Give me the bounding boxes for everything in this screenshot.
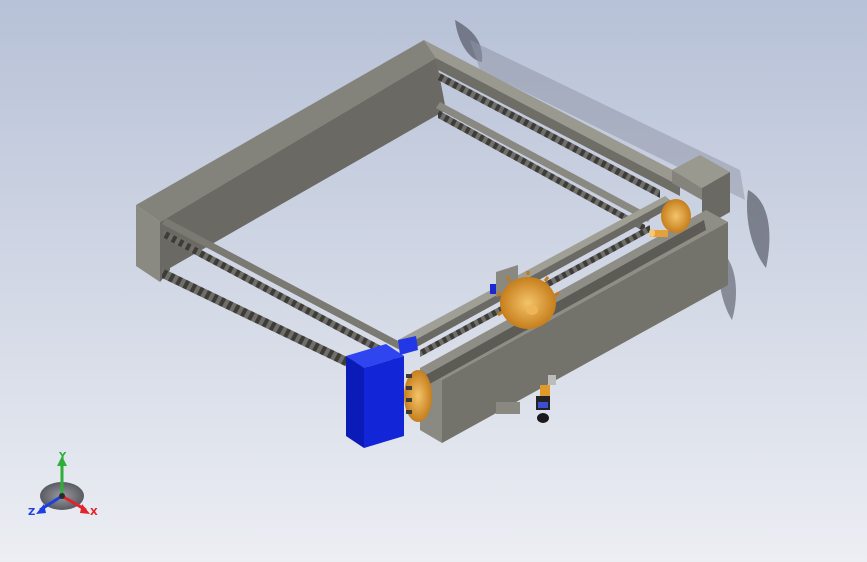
model-view-canvas[interactable]: Y X Z (0, 0, 867, 562)
carriage-tab-blue (490, 284, 496, 294)
motor-side-dark (346, 356, 364, 448)
carriage-lower-plate (496, 402, 520, 414)
motor-front (364, 356, 404, 448)
z-axis-label: Z (28, 507, 35, 518)
cad-3d-viewport[interactable]: Y X Z (0, 0, 867, 562)
x-axis-label: X (90, 507, 98, 518)
triad-origin (59, 493, 65, 499)
y-axis-label: Y (58, 451, 67, 462)
drive-gear-left[interactable] (404, 370, 432, 422)
